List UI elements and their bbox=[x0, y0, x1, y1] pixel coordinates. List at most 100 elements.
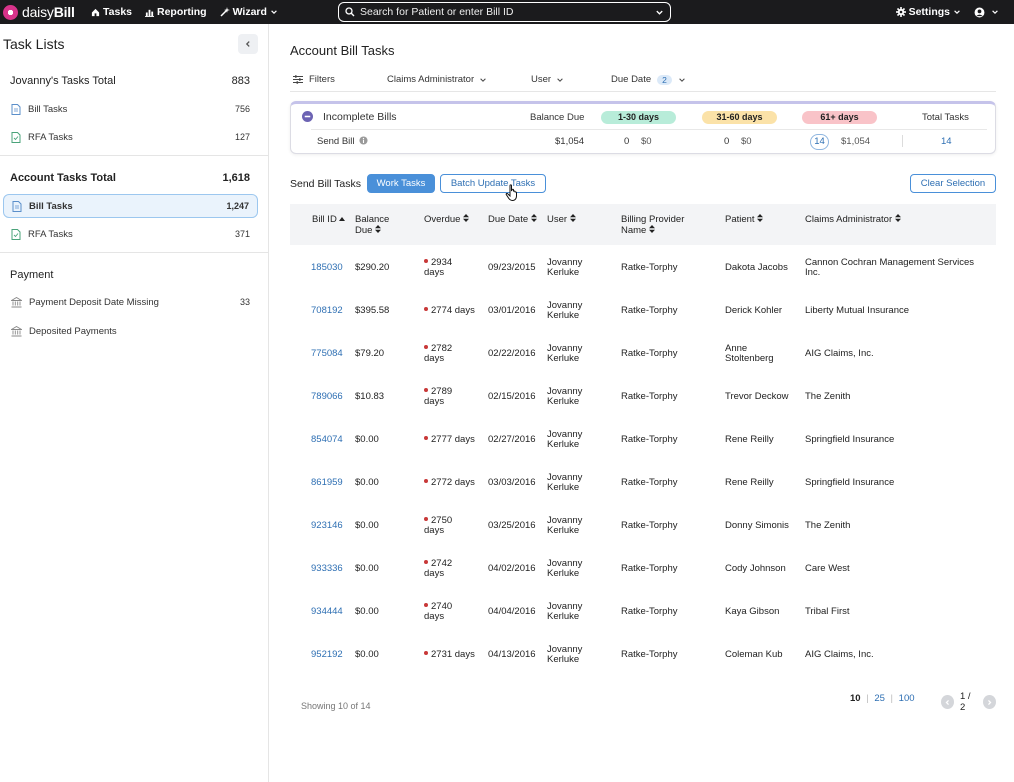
total-tasks-link[interactable]: 14 bbox=[941, 136, 952, 147]
count-31-60: 0 bbox=[724, 136, 730, 147]
balance-due-cell: $395.58 bbox=[355, 305, 390, 316]
badge-31-60-days: 31-60 days bbox=[702, 111, 777, 124]
due-date-filter[interactable]: Due Date 2 bbox=[611, 74, 686, 85]
table-row[interactable]: 185030 $290.20 2934 days 09/23/2015 Jovan… bbox=[290, 246, 996, 289]
task-lists-sidebar: Task Lists Jovanny's Tasks Total 883 Bil… bbox=[0, 24, 269, 782]
table-header: Bill ID Balance Due Overdue Due Date User… bbox=[290, 204, 996, 245]
batch-update-tasks-button[interactable]: Batch Update Tasks bbox=[440, 174, 546, 193]
send-bill-tasks-title: Send Bill Tasks bbox=[290, 178, 362, 190]
overdue-dot-icon bbox=[424, 560, 428, 564]
bank-icon bbox=[11, 296, 22, 307]
hand-pointer-cursor-icon bbox=[505, 184, 517, 202]
search-input[interactable] bbox=[360, 6, 655, 18]
overdue-dot-icon bbox=[424, 388, 428, 392]
previous-page-button[interactable] bbox=[941, 695, 954, 709]
claims-administrator-filter[interactable]: Claims Administrator bbox=[387, 74, 487, 85]
page-size-25[interactable]: 25 bbox=[874, 693, 885, 704]
bill-id-link[interactable]: 708192 bbox=[311, 306, 343, 316]
arrow-right-icon bbox=[988, 699, 992, 705]
billing-provider-cell: Ratke-Torphy bbox=[621, 348, 678, 359]
billing-provider-cell: Ratke-Torphy bbox=[621, 520, 678, 531]
bill-id-link[interactable]: 923146 bbox=[311, 521, 343, 531]
nav-tasks-label: Tasks bbox=[103, 6, 132, 18]
nav-reporting[interactable]: Reporting bbox=[145, 6, 207, 18]
column-billing-provider-name[interactable]: Billing Provider Name bbox=[621, 214, 684, 236]
table-row[interactable]: 933336 $0.00 2742 days 04/02/2016 Jovanny… bbox=[290, 547, 996, 590]
due-date-cell: 02/27/2016 bbox=[488, 434, 536, 445]
bill-id-link[interactable]: 185030 bbox=[311, 263, 343, 273]
info-icon[interactable] bbox=[359, 136, 368, 148]
settings-menu[interactable]: Settings bbox=[895, 6, 964, 18]
sidebar-item-account-rfa-tasks[interactable]: RFA Tasks 371 bbox=[3, 222, 258, 246]
sidebar-item-payment-deposit-date-missing[interactable]: Payment Deposit Date Missing 33 bbox=[3, 290, 258, 314]
overdue-cell: 2782 days bbox=[424, 343, 453, 364]
user-filter[interactable]: User bbox=[531, 74, 564, 85]
patient-cell: Cody Johnson bbox=[725, 563, 786, 574]
user-menu[interactable] bbox=[974, 7, 1002, 18]
claims-administrator-cell: Springfield Insurance bbox=[805, 477, 895, 488]
table-row[interactable]: 934444 $0.00 2740 days 04/04/2016 Jovanny… bbox=[290, 590, 996, 633]
daisybill-logo[interactable]: daisyBill bbox=[3, 4, 91, 20]
column-user[interactable]: User bbox=[547, 214, 576, 225]
sidebar-heading-my-tasks: Jovanny's Tasks Total bbox=[10, 75, 116, 87]
bill-id-link[interactable]: 789066 bbox=[311, 392, 343, 402]
bill-id-link[interactable]: 952192 bbox=[311, 650, 343, 660]
count-61-plus-link[interactable]: 14 bbox=[810, 134, 829, 150]
sidebar-item-my-bill-tasks[interactable]: Bill Tasks 756 bbox=[3, 97, 258, 121]
balance-due-cell: $290.20 bbox=[355, 262, 390, 273]
chevron-down-icon bbox=[679, 77, 685, 82]
table-row[interactable]: 775084 $79.20 2782 days 02/22/2016 Jovann… bbox=[290, 332, 996, 375]
bill-id-link[interactable]: 933336 bbox=[311, 564, 343, 574]
collapse-sidebar-button[interactable] bbox=[238, 34, 258, 54]
search-dropdown-chevron-icon[interactable] bbox=[655, 8, 664, 17]
filters-divider bbox=[290, 91, 996, 92]
bill-id-link[interactable]: 861959 bbox=[311, 478, 343, 488]
page-size-selector: 10 | 25 | 100 bbox=[850, 693, 915, 704]
bill-id-link[interactable]: 934444 bbox=[311, 607, 343, 617]
billing-provider-cell: Ratke-Torphy bbox=[621, 477, 678, 488]
next-page-button[interactable] bbox=[983, 695, 997, 709]
user-cell: Jovanny Kerluke bbox=[547, 644, 583, 665]
bill-id-link[interactable]: 775084 bbox=[311, 349, 343, 359]
page-size-10[interactable]: 10 bbox=[850, 693, 861, 704]
patient-cell: Trevor Deckow bbox=[725, 391, 789, 402]
balance-due-cell: $0.00 bbox=[355, 520, 379, 531]
table-row[interactable]: 923146 $0.00 2750 days 03/25/2016 Jovanny… bbox=[290, 504, 996, 547]
column-claims-administrator[interactable]: Claims Administrator bbox=[805, 214, 901, 225]
table-row[interactable]: 952192 $0.00 2731 days 04/13/2016 Jovann… bbox=[290, 633, 996, 676]
overdue-cell: 2740 days bbox=[424, 601, 453, 622]
user-cell: Jovanny Kerluke bbox=[547, 386, 583, 407]
table-row[interactable]: 789066 $10.83 2789 days 02/15/2016 Jovann… bbox=[290, 375, 996, 418]
sidebar-item-deposited-payments[interactable]: Deposited Payments bbox=[3, 319, 258, 343]
filters-toggle[interactable]: Filters bbox=[293, 74, 335, 85]
sliders-icon bbox=[293, 75, 303, 84]
sidebar-item-my-rfa-tasks[interactable]: RFA Tasks 127 bbox=[3, 125, 258, 149]
column-balance-due[interactable]: Balance Due bbox=[355, 214, 389, 236]
sidebar-divider bbox=[0, 155, 268, 156]
sidebar-count-my-tasks: 883 bbox=[231, 75, 250, 87]
table-row[interactable]: 854074 $0.00 2777 days 02/27/2016 Jovann… bbox=[290, 418, 996, 461]
column-bill-id[interactable]: Bill ID bbox=[312, 214, 346, 225]
sidebar-item-account-bill-tasks[interactable]: Bill Tasks 1,247 bbox=[3, 194, 258, 218]
table-row[interactable]: 708192 $395.58 2774 days 03/01/2016 Jova… bbox=[290, 289, 996, 332]
due-date-filter-count: 2 bbox=[657, 74, 672, 85]
bill-id-link[interactable]: 854074 bbox=[311, 435, 343, 445]
balance-due-cell: $79.20 bbox=[355, 348, 385, 359]
column-due-date[interactable]: Due Date bbox=[488, 214, 537, 225]
patient-cell: Rene Reilly bbox=[725, 477, 774, 488]
collapse-summary-button[interactable] bbox=[302, 111, 313, 125]
work-tasks-button[interactable]: Work Tasks bbox=[367, 174, 435, 193]
nav-tasks[interactable]: Tasks bbox=[91, 6, 132, 18]
chevron-down-icon bbox=[954, 10, 960, 15]
column-overdue[interactable]: Overdue bbox=[424, 214, 470, 225]
nav-wizard[interactable]: Wizard bbox=[220, 6, 281, 18]
table-row[interactable]: 861959 $0.00 2772 days 03/03/2016 Jovann… bbox=[290, 461, 996, 504]
bill-document-icon bbox=[11, 103, 21, 115]
logo-text-bold: Bill bbox=[53, 4, 75, 20]
page-size-100[interactable]: 100 bbox=[899, 693, 915, 704]
search-bar[interactable] bbox=[338, 2, 671, 22]
claims-administrator-cell: Tribal First bbox=[805, 606, 850, 617]
clear-selection-button[interactable]: Clear Selection bbox=[910, 174, 996, 193]
incomplete-bills-summary: Incomplete Bills Balance Due 1-30 days 3… bbox=[290, 101, 996, 154]
column-patient[interactable]: Patient bbox=[725, 214, 764, 225]
